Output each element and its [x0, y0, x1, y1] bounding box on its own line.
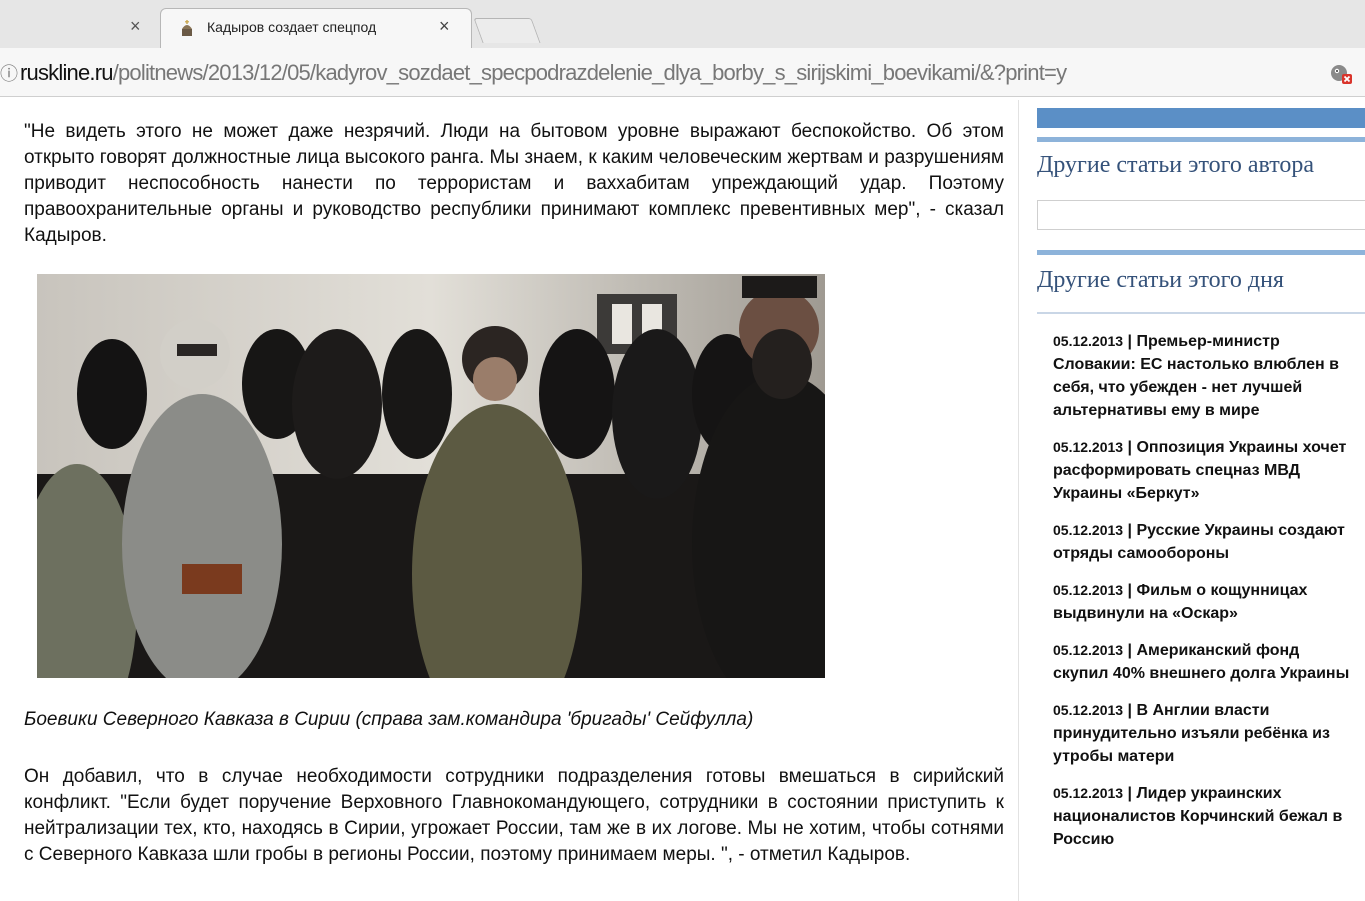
news-date: 05.12.2013: [1053, 582, 1124, 598]
news-date: 05.12.2013: [1053, 785, 1124, 801]
info-icon[interactable]: ⓘ: [0, 60, 18, 86]
sidebar-divider: [1037, 250, 1365, 255]
photo-caption: Боевики Северного Кавказа в Сирии (справ…: [24, 709, 754, 730]
news-item[interactable]: 05.12.2013 | В Англии власти принудитель…: [1053, 699, 1359, 768]
article-photo: [37, 274, 825, 678]
sidebar-divider: [1037, 312, 1365, 314]
tab-title: Кадыров создает спецпод: [207, 19, 377, 35]
article-paragraph: "Не видеть этого не может даже незрячий.…: [24, 121, 1004, 246]
url-path: /politnews/2013/12/05/kadyrov_sozdaet_sp…: [112, 60, 1067, 85]
tab-active[interactable]: Кадыров создает спецпод ×: [160, 8, 472, 49]
tab-close-icon[interactable]: ×: [130, 16, 141, 37]
church-dome-icon: [182, 20, 192, 36]
tab-strip: × Кадыров создает спецпод ×: [0, 0, 1365, 49]
news-item[interactable]: 05.12.2013 | Американский фонд скупил 40…: [1053, 639, 1359, 685]
news-list: 05.12.2013 | Премьер-министр Словакии: Е…: [1053, 330, 1359, 865]
new-tab-button[interactable]: [473, 18, 541, 43]
tab-close-icon[interactable]: ×: [439, 16, 450, 37]
tab-previous[interactable]: ×: [0, 10, 160, 44]
day-articles-heading: Другие статьи этого дня: [1037, 267, 1284, 293]
news-date: 05.12.2013: [1053, 702, 1124, 718]
author-articles-box: [1037, 200, 1365, 230]
news-date: 05.12.2013: [1053, 522, 1124, 538]
article-paragraph: Он добавил, что в случае необходимости с…: [24, 766, 1004, 865]
url-field[interactable]: ruskline.ru/politnews/2013/12/05/kadyrov…: [20, 60, 1067, 86]
news-item[interactable]: 05.12.2013 | Русские Украины создают отр…: [1053, 519, 1359, 565]
news-date: 05.12.2013: [1053, 333, 1124, 349]
author-articles-heading: Другие статьи этого автора: [1037, 152, 1315, 178]
news-item[interactable]: 05.12.2013 | Оппозиция Украины хочет рас…: [1053, 436, 1359, 505]
sidebar-bar: [1037, 108, 1365, 128]
news-item[interactable]: 05.12.2013 | Фильм о кощунницах выдвинул…: [1053, 579, 1359, 625]
news-item[interactable]: 05.12.2013 | Премьер-министр Словакии: Е…: [1053, 330, 1359, 422]
sidebar-divider: [1037, 137, 1365, 142]
address-bar: ⓘ ruskline.ru/politnews/2013/12/05/kadyr…: [0, 48, 1365, 97]
news-date: 05.12.2013: [1053, 439, 1124, 455]
news-date: 05.12.2013: [1053, 642, 1124, 658]
chameleon-extension-icon[interactable]: [1329, 61, 1353, 85]
sidebar: Другие статьи этого автора Другие статьи…: [1018, 100, 1365, 901]
news-item[interactable]: 05.12.2013 | Лидер украинских националис…: [1053, 782, 1359, 851]
url-host: ruskline.ru: [20, 60, 113, 85]
